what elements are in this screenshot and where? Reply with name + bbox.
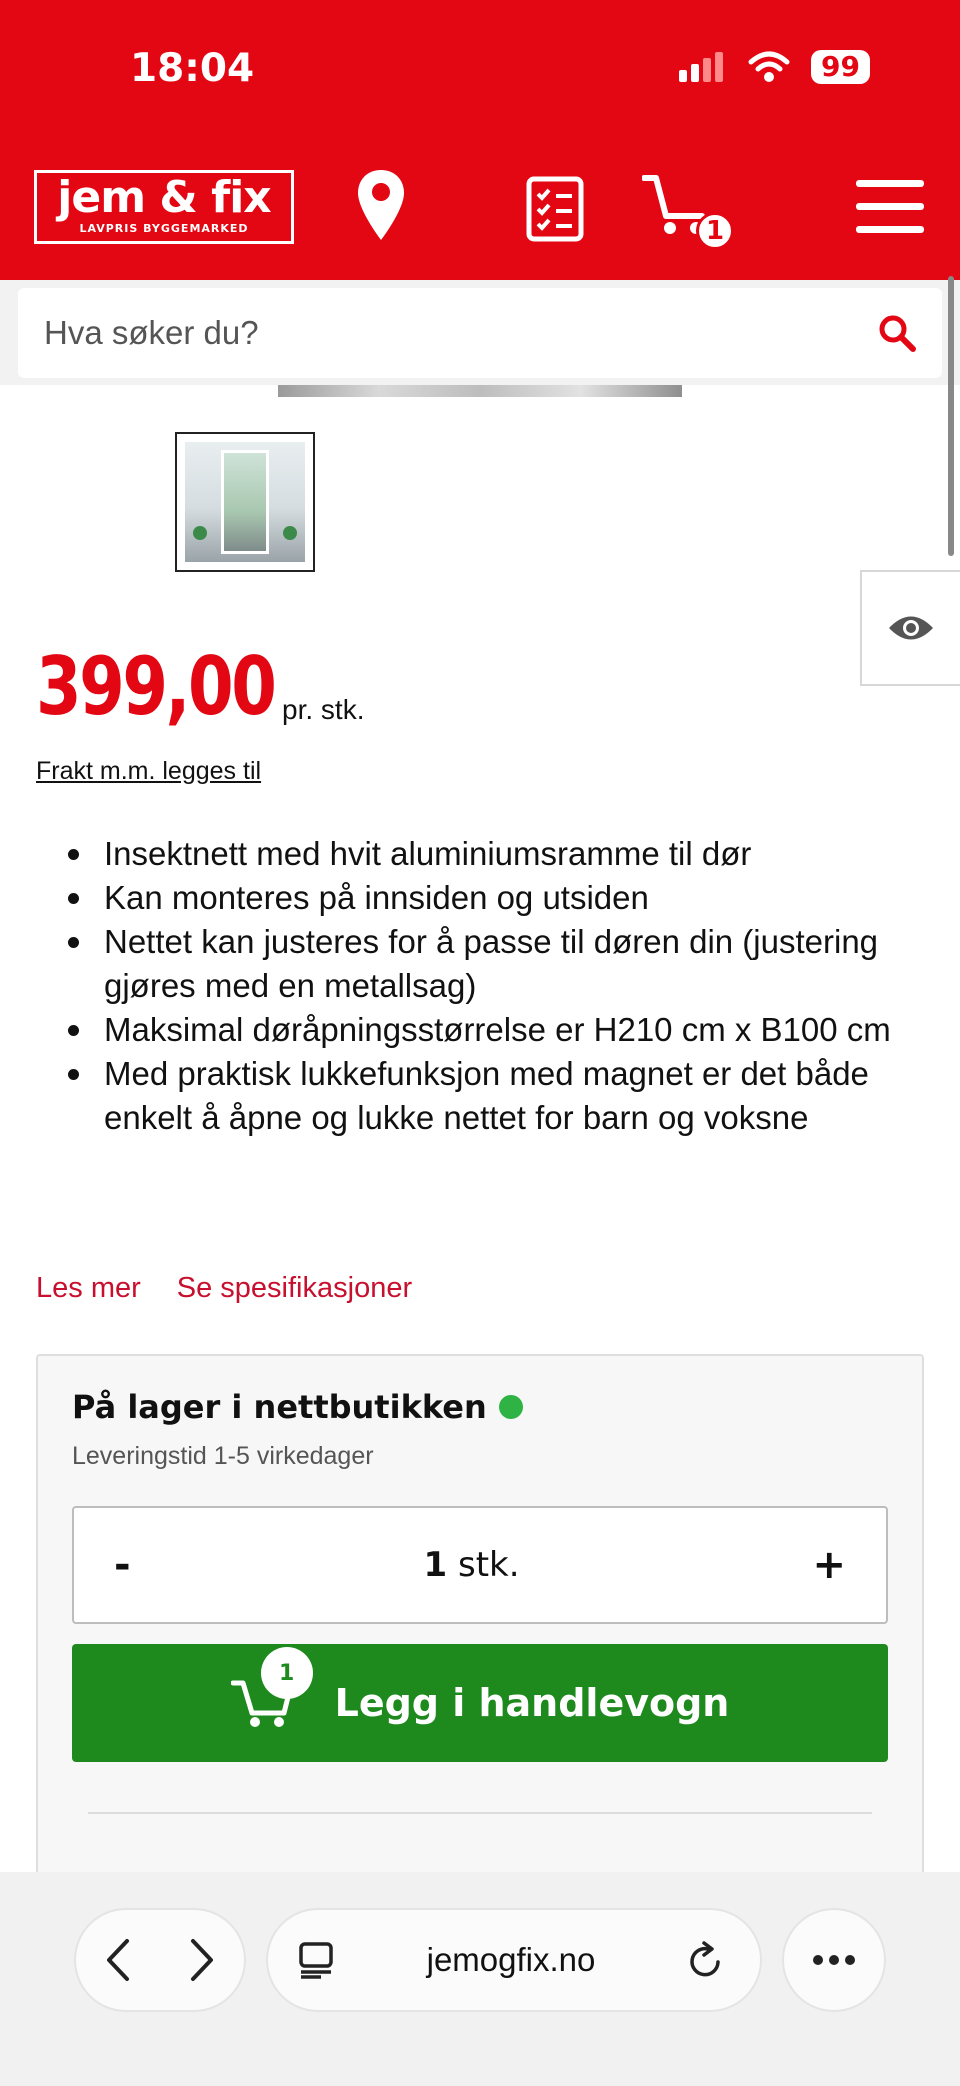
store-locator-icon[interactable] — [356, 168, 406, 242]
product-image-main[interactable] — [278, 385, 682, 397]
status-indicators: 99 — [677, 50, 870, 84]
product-links: Les mer Se spesifikasjoner — [36, 1272, 412, 1305]
feature-item: Maksimal døråpningsstørrelse er H210 cm … — [62, 1008, 942, 1052]
scrollbar[interactable] — [948, 276, 954, 556]
add-cart-icon: 1 — [230, 1647, 313, 1733]
search-bar — [0, 280, 960, 385]
back-icon[interactable] — [103, 1937, 133, 1983]
feature-item: Med praktisk lukkefunksjon med magnet er… — [62, 1052, 942, 1140]
quantity-stepper: - 1 stk. + — [72, 1506, 888, 1624]
read-more-link[interactable]: Les mer — [36, 1272, 141, 1305]
wifi-icon — [748, 51, 790, 82]
add-to-cart-label: Legg i handlevogn — [334, 1681, 730, 1725]
feature-item: Nettet kan justeres for å passe til døre… — [62, 920, 942, 1008]
signal-icon — [679, 52, 724, 82]
freight-link[interactable]: Frakt m.m. legges til — [36, 757, 261, 786]
header: 18:04 99 jem & fix LAVPRIS BYGGEMARKED 1 — [0, 0, 960, 280]
view-button[interactable] — [860, 570, 960, 686]
battery-indicator: 99 — [811, 50, 870, 84]
stock-status: På lager i nettbutikken — [72, 1388, 523, 1426]
stock-title: På lager i nettbutikken — [72, 1388, 487, 1426]
reload-icon[interactable] — [688, 1940, 724, 1980]
more-icon — [813, 1955, 855, 1965]
navigation-buttons — [74, 1908, 246, 2012]
stock-card: På lager i nettbutikken Leveringstid 1-5… — [36, 1354, 924, 1914]
more-button[interactable] — [782, 1908, 886, 2012]
quantity-value[interactable]: 1 stk. — [424, 1545, 520, 1585]
product-price: 399,00 — [36, 640, 277, 733]
search-icon[interactable] — [878, 314, 916, 352]
decrease-quantity-button[interactable]: - — [114, 1542, 131, 1588]
shopping-list-icon[interactable] — [526, 176, 584, 242]
logo-subtitle: LAVPRIS BYGGEMARKED — [79, 222, 249, 235]
search-input[interactable] — [44, 314, 878, 352]
site-logo[interactable]: jem & fix LAVPRIS BYGGEMARKED — [34, 170, 294, 244]
increase-quantity-button[interactable]: + — [812, 1542, 846, 1588]
cart-button[interactable]: 1 — [641, 172, 734, 250]
forward-icon[interactable] — [187, 1937, 217, 1983]
search-box — [18, 288, 942, 378]
thumbnail-image — [185, 442, 305, 562]
feature-item: Insektnett med hvit aluminiumsramme til … — [62, 832, 942, 876]
cart-count-badge: 1 — [696, 212, 734, 250]
reader-icon[interactable] — [298, 1941, 334, 1979]
delivery-time: Leveringstid 1-5 virkedager — [72, 1442, 374, 1470]
product-thumbnail[interactable] — [175, 432, 315, 572]
price-unit: pr. stk. — [282, 694, 365, 725]
address-bar[interactable]: jemogfix.no — [266, 1908, 762, 2012]
logo-text: jem & fix — [57, 172, 271, 223]
product-features: Insektnett med hvit aluminiumsramme til … — [62, 832, 942, 1140]
browser-toolbar: jemogfix.no — [0, 1872, 960, 2086]
divider — [88, 1812, 872, 1814]
url-text: jemogfix.no — [426, 1941, 596, 1978]
menu-icon[interactable] — [854, 178, 926, 236]
feature-item: Kan monteres på innsiden og utsiden — [62, 876, 942, 920]
in-stock-indicator — [498, 1395, 523, 1419]
status-time: 18:04 — [130, 46, 255, 91]
specifications-link[interactable]: Se spesifikasjoner — [177, 1272, 412, 1305]
eye-icon — [889, 616, 933, 640]
add-cart-badge: 1 — [260, 1647, 313, 1699]
add-to-cart-button[interactable]: 1 Legg i handlevogn — [72, 1644, 888, 1762]
